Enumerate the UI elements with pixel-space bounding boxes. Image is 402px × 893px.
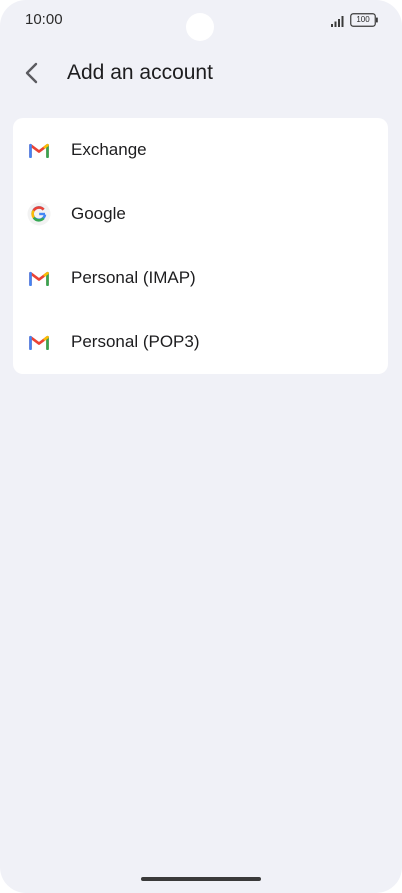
- app-bar: Add an account: [0, 48, 402, 100]
- google-icon: [27, 202, 51, 226]
- battery-level: 100: [356, 15, 370, 24]
- account-item-exchange[interactable]: Exchange: [13, 118, 388, 182]
- account-item-google[interactable]: Google: [13, 182, 388, 246]
- camera-cutout: [186, 13, 214, 41]
- account-item-label: Exchange: [71, 140, 147, 159]
- status-time: 10:00: [25, 11, 63, 28]
- status-bar: 10:00 100: [0, 0, 402, 41]
- account-item-label: Personal (IMAP): [71, 268, 196, 287]
- account-item-personal-pop3[interactable]: Personal (POP3): [13, 310, 388, 374]
- account-list: Exchange Google Personal (IMAP) Personal…: [13, 118, 388, 374]
- home-indicator[interactable]: [141, 877, 261, 881]
- gmail-icon: [27, 138, 51, 162]
- back-button[interactable]: [14, 55, 50, 91]
- account-item-label: Personal (POP3): [71, 332, 200, 351]
- page-title: Add an account: [67, 61, 213, 84]
- gmail-icon: [27, 330, 51, 354]
- signal-icon: [331, 16, 344, 27]
- account-item-personal-imap[interactable]: Personal (IMAP): [13, 246, 388, 310]
- account-item-label: Google: [71, 204, 126, 223]
- gmail-icon: [27, 266, 51, 290]
- screen: 10:00 100 Add an account Exchange Google…: [0, 0, 402, 893]
- chevron-left-icon: [25, 62, 38, 84]
